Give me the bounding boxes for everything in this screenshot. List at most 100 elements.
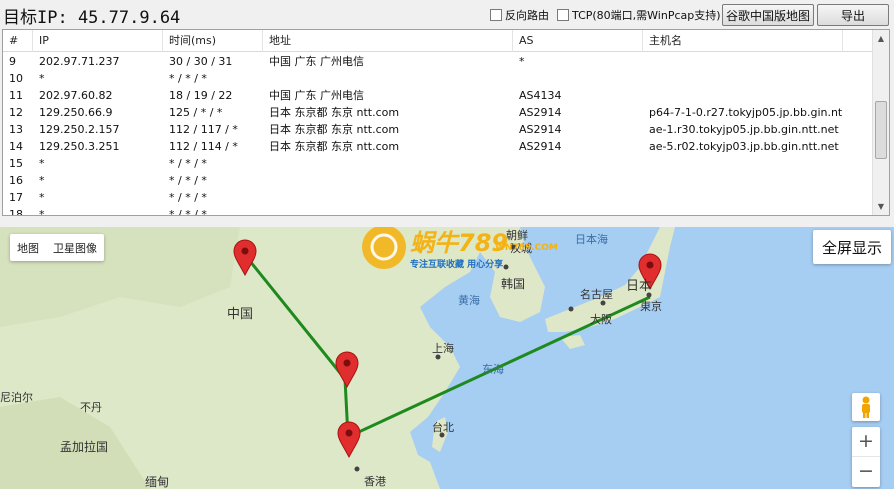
col-header-time[interactable]: 时间(ms) xyxy=(163,30,263,52)
map-type-roadmap[interactable]: 地图 xyxy=(10,240,46,256)
map-label-bhutan: 不丹 xyxy=(80,401,102,414)
cell-addr xyxy=(263,206,513,215)
cell-addr xyxy=(263,70,513,87)
cell-addr: 中国 广东 广州电信 xyxy=(269,89,364,102)
cell-ip: 202.97.60.82 xyxy=(39,89,113,102)
tcp-checkbox[interactable] xyxy=(557,9,569,21)
map-label-china: 中国 xyxy=(227,307,254,322)
cell-ip: * xyxy=(39,72,45,85)
map-label-hong-kong: 香港 xyxy=(364,475,386,488)
google-china-map-button[interactable]: 谷歌中国版地图 xyxy=(722,4,814,26)
map-label-nepal: 尼泊尔 xyxy=(0,391,33,404)
map-label-east-china-sea: 东海 xyxy=(482,363,504,376)
cell-ip: * xyxy=(39,157,45,170)
street-view-pegman[interactable] xyxy=(852,393,880,421)
map-label-shanghai: 上海 xyxy=(432,342,454,355)
map-label-yellow-sea: 黄海 xyxy=(458,294,480,307)
cell-as xyxy=(513,206,643,215)
cell-as xyxy=(513,172,643,189)
cell-host xyxy=(643,189,843,206)
cell-as xyxy=(513,70,643,87)
route-map[interactable]: 中国 日本海 韩国 黄海 上海 东海 台北 香港 名古屋 大阪 東京 日本 尼泊… xyxy=(0,227,894,489)
map-label-tokyo: 東京 xyxy=(640,300,662,313)
cell-addr xyxy=(263,155,513,172)
reverse-route-checkbox[interactable] xyxy=(490,9,502,21)
table-row[interactable]: 10 * * / * / * xyxy=(3,70,873,87)
cell-host xyxy=(643,206,843,215)
map-type-satellite[interactable]: 卫星图像 xyxy=(46,240,104,256)
target-ip: 目标IP: 45.77.9.64 xyxy=(3,8,181,28)
vertical-scrollbar[interactable]: ▲ ▼ xyxy=(872,30,889,215)
table-row[interactable]: 14 129.250.3.251 112 / 114 / * 日本 东京都 东京 nt… xyxy=(3,138,873,155)
cell-time: * / * / * xyxy=(169,191,207,204)
scroll-up-icon[interactable]: ▲ xyxy=(873,30,889,47)
table-row[interactable]: 16 * * / * / * xyxy=(3,172,873,189)
cell-host: p64-7-1-0.r27.tokyjp05.jp.bb.gin.nt... xyxy=(649,106,843,119)
cell-as: AS2914 xyxy=(519,106,562,119)
map-label-korea: 韩国 xyxy=(501,277,526,291)
tcp-option[interactable]: TCP(80端口,需WinPcap支持) xyxy=(557,7,721,23)
cell-time: 112 / 114 / * xyxy=(169,140,238,153)
tcp-label: TCP(80端口,需WinPcap支持) xyxy=(572,9,721,22)
cell-as: AS2914 xyxy=(519,140,562,153)
table-header: # IP 时间(ms) 地址 AS 主机名 xyxy=(3,30,873,52)
cell-host xyxy=(643,53,843,70)
map-label-nagoya: 名古屋 xyxy=(580,288,613,301)
map-label-osaka: 大阪 xyxy=(590,313,612,326)
cell-as: AS4134 xyxy=(519,89,562,102)
col-header-address[interactable]: 地址 xyxy=(263,30,513,52)
cell-time: * / * / * xyxy=(169,72,207,85)
cell-host xyxy=(643,172,843,189)
table-row[interactable]: 11 202.97.60.82 18 / 19 / 22 中国 广东 广州电信 AS41… xyxy=(3,87,873,104)
cell-addr: 中国 广东 广州电信 xyxy=(269,55,364,68)
col-header-num[interactable]: # xyxy=(3,30,33,52)
watermark-site: WN789.COM xyxy=(495,243,558,253)
table-row[interactable]: 9 202.97.71.237 30 / 30 / 31 中国 广东 广州电信 * xyxy=(3,53,873,70)
cell-num: 14 xyxy=(9,140,23,153)
cell-addr: 日本 东京都 东京 ntt.com xyxy=(269,140,400,153)
map-label-myanmar: 缅甸 xyxy=(145,475,170,489)
reverse-route-option[interactable]: 反向路由 xyxy=(490,7,549,23)
zoom-in-button[interactable]: + xyxy=(852,427,880,457)
cell-addr xyxy=(263,189,513,206)
cell-ip: 129.250.2.157 xyxy=(39,123,120,136)
map-label-taipei: 台北 xyxy=(432,421,454,434)
cell-ip: * xyxy=(39,191,45,204)
fullscreen-button[interactable]: 全屏显示 xyxy=(813,230,891,264)
col-header-as[interactable]: AS xyxy=(513,30,643,52)
table-row[interactable]: 12 129.250.66.9 125 / * / * 日本 东京都 东京 ntt.c… xyxy=(3,104,873,121)
toolbar: 目标IP: 45.77.9.64 反向路由 TCP(80端口,需WinPcap支… xyxy=(0,0,894,29)
route-marker-1 xyxy=(233,239,257,277)
trace-table: # IP 时间(ms) 地址 AS 主机名 9 202.97.71.237 30 /… xyxy=(2,29,890,216)
cell-ip: 202.97.71.237 xyxy=(39,55,120,68)
export-button[interactable]: 导出 xyxy=(817,4,889,26)
col-header-ip[interactable]: IP xyxy=(33,30,163,52)
cell-ip: * xyxy=(39,174,45,187)
table-row[interactable]: 13 129.250.2.157 112 / 117 / * 日本 东京都 东京 nt… xyxy=(3,121,873,138)
cell-time: * / * / * xyxy=(169,174,207,187)
scroll-down-icon[interactable]: ▼ xyxy=(873,198,889,215)
reverse-route-label: 反向路由 xyxy=(505,9,549,22)
table-row[interactable]: 15 * * / * / * xyxy=(3,155,873,172)
zoom-out-button[interactable]: − xyxy=(852,457,880,487)
cell-host xyxy=(643,70,843,87)
cell-host xyxy=(643,155,843,172)
table-row[interactable]: 18 * * / * / * xyxy=(3,206,873,216)
table-row[interactable]: 17 * * / * / * xyxy=(3,189,873,206)
watermark-logo-icon xyxy=(362,227,406,269)
cell-num: 10 xyxy=(9,72,23,85)
cell-time: 112 / 117 / * xyxy=(169,123,238,136)
scroll-thumb[interactable] xyxy=(875,101,887,159)
cell-addr: 日本 东京都 东京 ntt.com xyxy=(269,123,400,136)
watermark-title: 蜗牛789 xyxy=(410,229,509,257)
cell-time: 125 / * / * xyxy=(169,106,223,119)
cell-as xyxy=(513,189,643,206)
cell-time: 30 / 30 / 31 xyxy=(169,55,233,68)
pegman-icon xyxy=(862,396,870,418)
cell-host: ae-5.r02.tokyjp03.jp.bb.gin.ntt.net xyxy=(649,140,839,153)
col-header-hostname[interactable]: 主机名 xyxy=(643,30,843,52)
cell-ip: * xyxy=(39,208,45,216)
cell-ip: 129.250.3.251 xyxy=(39,140,120,153)
route-marker-2 xyxy=(335,351,359,389)
cell-addr: 日本 东京都 东京 ntt.com xyxy=(269,106,400,119)
